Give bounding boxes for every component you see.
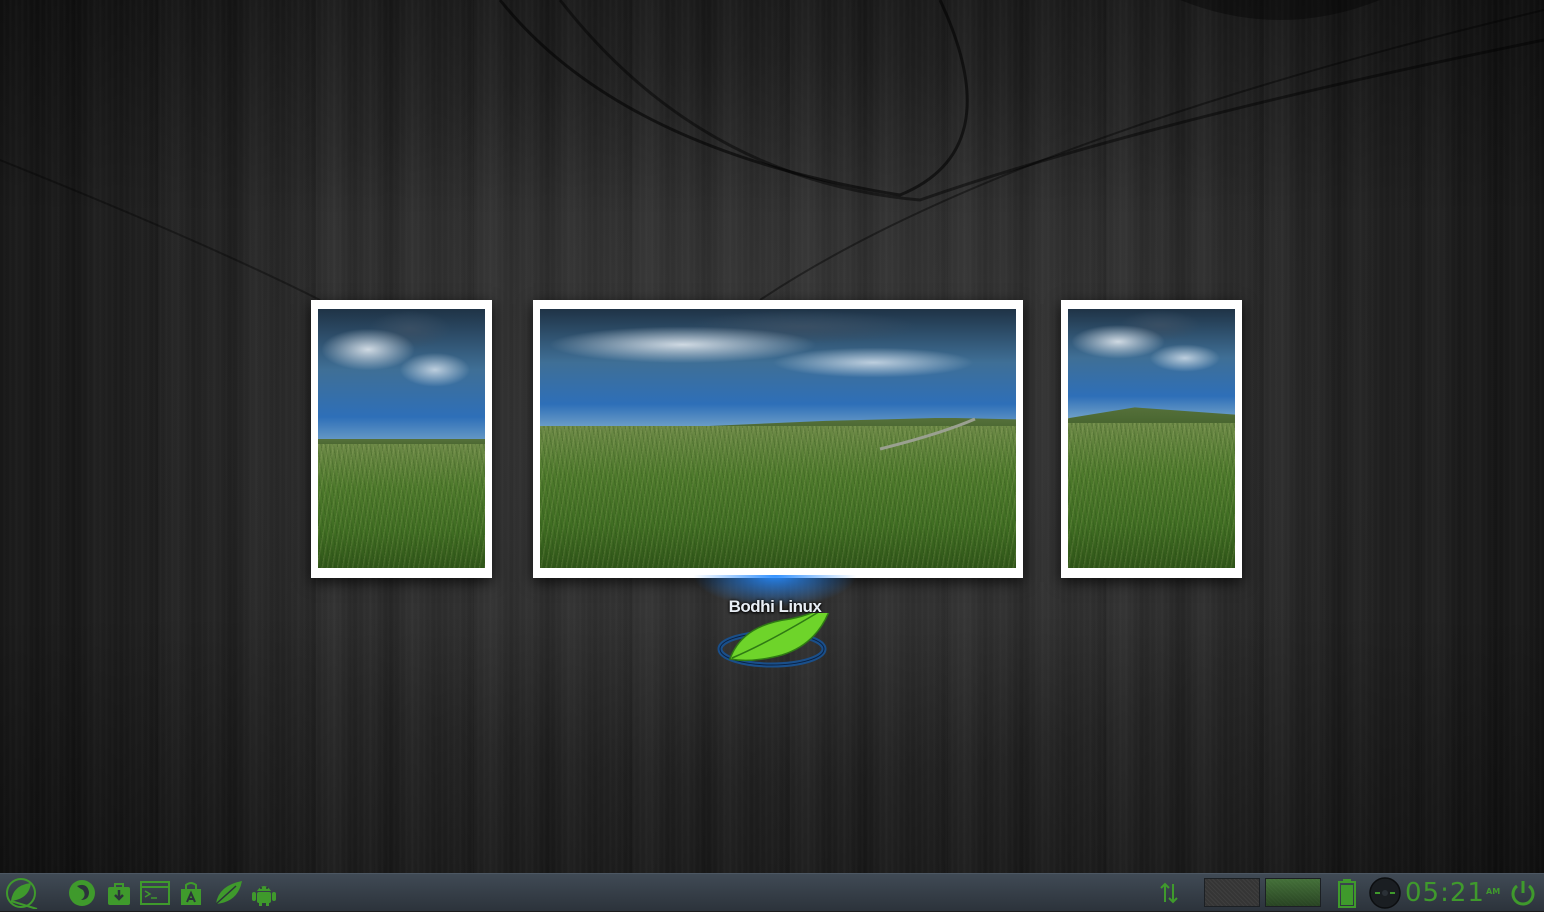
mixer-knob[interactable] (1367, 877, 1403, 909)
leaf-icon (215, 881, 242, 905)
volume-knob-icon (1369, 877, 1401, 909)
browser-icon (69, 880, 95, 906)
launcher-android[interactable] (248, 877, 280, 909)
launcher-software-store[interactable] (103, 877, 135, 909)
launcher-file-manager[interactable] (175, 877, 207, 909)
file-manager-icon (181, 882, 201, 905)
network-transfer-icon (1160, 882, 1178, 904)
network-indicator[interactable] (1154, 877, 1184, 909)
launcher-leaf[interactable] (211, 877, 245, 909)
desktop-wallpaper: Bodhi Linux (0, 0, 1544, 873)
power-button[interactable] (1506, 877, 1540, 909)
pager-desk-2[interactable] (1265, 878, 1321, 907)
terminal-icon (140, 881, 170, 905)
clock-ampm: AM (1486, 887, 1501, 896)
battery-icon (1338, 879, 1356, 908)
pager-desk-1[interactable] (1204, 878, 1260, 907)
taskbar: 05:21 AM (0, 873, 1544, 911)
battery-indicator[interactable] (1333, 877, 1361, 909)
photo-frame-left (311, 300, 492, 578)
launcher-terminal[interactable] (138, 877, 172, 909)
bodhi-leaf-logo-icon (717, 613, 830, 668)
bodhi-leaf-icon (6, 878, 38, 909)
photo-frame-right (1061, 300, 1242, 578)
android-icon (252, 886, 276, 906)
bodhi-logo: Bodhi Linux (690, 575, 860, 675)
start-menu-button[interactable] (2, 877, 40, 909)
clock-time[interactable]: 05:21 (1405, 874, 1485, 912)
launcher-browser[interactable] (66, 877, 98, 909)
software-store-icon (108, 883, 130, 905)
photo-frame-center (533, 300, 1023, 578)
power-icon (1511, 881, 1535, 906)
